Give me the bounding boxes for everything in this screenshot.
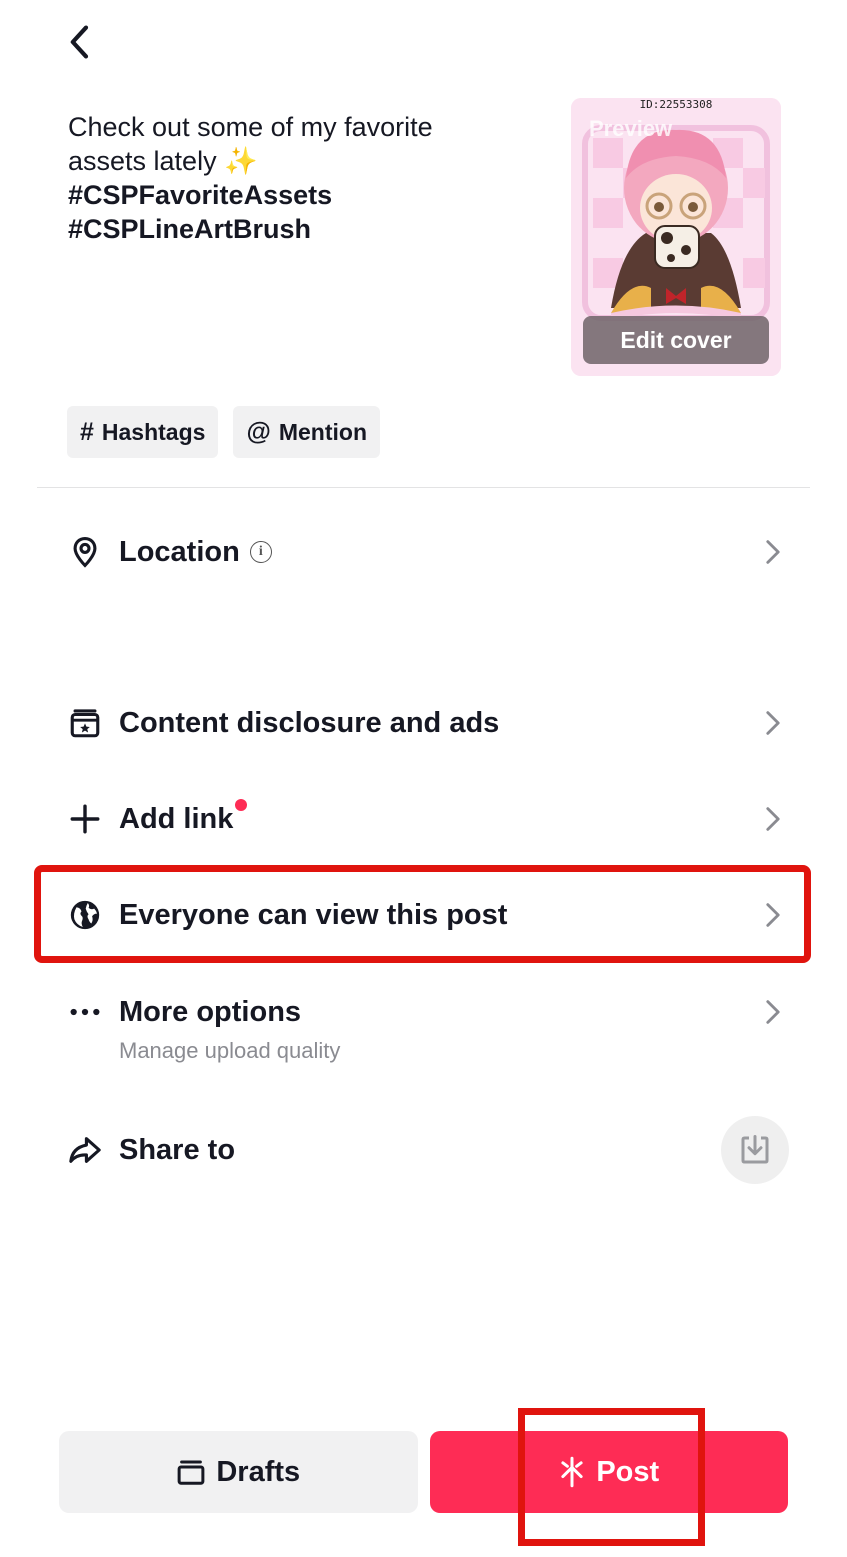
content-disclosure-row[interactable]: Content disclosure and ads	[67, 693, 785, 753]
highlight-box-post	[518, 1408, 705, 1546]
location-label-wrap: Location i	[119, 536, 761, 569]
caption-hashtag-1: #CSPFavoriteAssets	[68, 180, 333, 210]
more-options-sublabel: Manage upload quality	[119, 1038, 341, 1063]
caption-text[interactable]: Check out some of my favorite assets lat…	[68, 110, 538, 246]
share-to-label: Share to	[119, 1133, 236, 1166]
cover-id-label: ID:22553308	[639, 98, 713, 111]
mention-chip-label: Mention	[278, 418, 367, 445]
disclosure-icon	[67, 705, 103, 741]
more-options-label: More options	[119, 995, 302, 1028]
hashtags-chip-label: Hashtags	[101, 418, 206, 445]
caption-line-2-text: assets lately	[68, 146, 217, 176]
edit-cover-button[interactable]: Edit cover	[583, 316, 769, 364]
share-to-row: Share to	[67, 1115, 789, 1185]
back-button[interactable]	[60, 22, 100, 62]
save-to-device-button[interactable]	[721, 1116, 789, 1184]
hashtags-chip[interactable]: # Hashtags	[67, 406, 219, 458]
caption-line-1: Check out some of my favorite	[68, 112, 433, 142]
download-icon	[741, 1135, 769, 1164]
more-options-row[interactable]: More options	[67, 982, 785, 1042]
caption-hashtag-2: #CSPLineArtBrush	[68, 214, 312, 244]
location-pin-icon	[67, 534, 103, 570]
chevron-right-icon	[761, 997, 785, 1027]
chevron-right-icon	[761, 804, 785, 834]
info-icon[interactable]: i	[249, 541, 272, 563]
hashtag-icon: #	[80, 417, 94, 446]
chevron-left-icon	[70, 25, 89, 59]
mention-chip[interactable]: @ Mention	[233, 406, 380, 458]
chevron-right-icon	[761, 537, 785, 567]
add-link-label: Add link	[119, 802, 234, 835]
location-row[interactable]: Location i	[67, 522, 785, 582]
plus-icon	[67, 801, 103, 837]
at-sign-icon: @	[246, 417, 271, 446]
add-link-row[interactable]: Add link	[67, 789, 785, 849]
location-label: Location	[119, 535, 240, 568]
drafts-button[interactable]: Drafts	[59, 1431, 418, 1513]
caption-line-2: assets lately ✨	[68, 144, 538, 178]
drafts-box-icon	[177, 1460, 205, 1485]
highlight-box-visibility	[34, 865, 811, 963]
caption-chips: # Hashtags @ Mention	[67, 406, 380, 458]
add-link-label-wrap: Add link	[119, 799, 761, 836]
new-indicator-dot	[235, 799, 248, 811]
cover-thumbnail[interactable]: ID:22553308 Preview Edit cover	[571, 98, 781, 376]
content-disclosure-label: Content disclosure and ads	[119, 706, 500, 739]
sparkles-emoji: ✨	[224, 146, 258, 176]
share-arrow-icon	[67, 1132, 103, 1168]
section-divider	[37, 487, 810, 488]
drafts-button-label: Drafts	[216, 1455, 301, 1488]
chevron-right-icon	[761, 708, 785, 738]
cover-preview-label: Preview	[589, 116, 673, 141]
more-dots-icon	[67, 994, 103, 1030]
